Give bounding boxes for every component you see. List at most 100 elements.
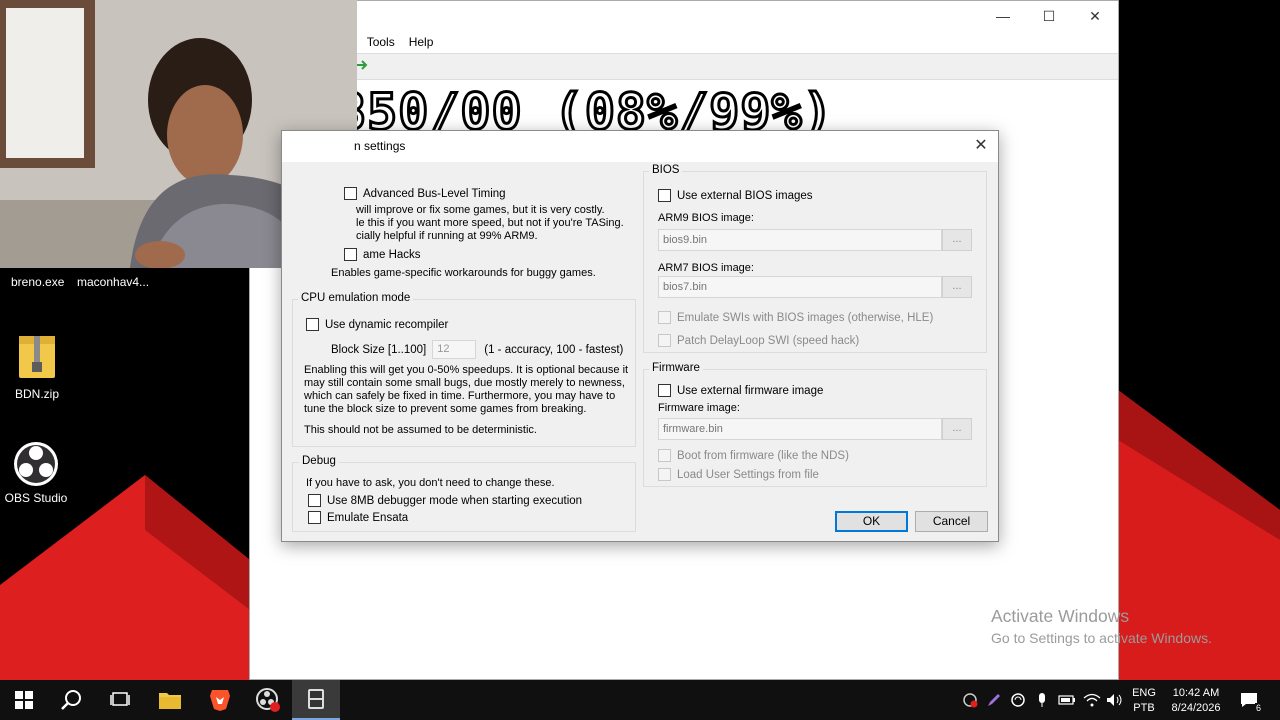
patch-delayloop-checkbox[interactable]	[658, 334, 671, 347]
task-view-button[interactable]	[96, 680, 144, 720]
frame-counter-display: 850/00 (08%/99%)	[336, 83, 834, 133]
toolbar	[250, 53, 1118, 80]
battery-icon	[1058, 695, 1075, 705]
patch-delayloop-option[interactable]: Patch DelayLoop SWI (speed hack)	[658, 334, 859, 347]
firmware-group-title: Firmware	[649, 362, 703, 374]
desktop-icon-obs[interactable]: OBS Studio	[0, 440, 76, 505]
minimize-button[interactable]: —	[980, 1, 1026, 31]
bios-group-box: BIOS Use external BIOS images ARM9 BIOS …	[643, 164, 987, 353]
taskbar-brave[interactable]	[196, 680, 244, 720]
obs-tray-icon	[963, 693, 978, 708]
emulation-settings-dialog: n settings ✕ Advanced Bus-Level Timing w…	[281, 130, 999, 542]
arm7-bios-label: ARM7 BIOS image:	[658, 262, 754, 274]
tray-wifi-icon[interactable]	[1081, 680, 1103, 720]
debugger-mode-option[interactable]: Use 8MB debugger mode when starting exec…	[308, 494, 582, 507]
game-hacks-desc: Enables game-specific workarounds for bu…	[331, 267, 596, 279]
debug-group-title: Debug	[299, 455, 339, 467]
arm7-browse-button[interactable]: ...	[942, 276, 972, 298]
debugger-mode-label: Use 8MB debugger mode when starting exec…	[327, 494, 583, 507]
debug-group: Debug If you have to ask, you don't need…	[292, 455, 636, 532]
dialog-title: n settings	[354, 139, 406, 153]
external-firmware-option[interactable]: Use external firmware image	[658, 384, 823, 397]
cpu-group-title: CPU emulation mode	[298, 292, 414, 304]
load-user-settings-checkbox[interactable]	[658, 468, 671, 481]
boot-firmware-checkbox[interactable]	[658, 449, 671, 462]
zip-folder-icon	[19, 336, 55, 378]
external-bios-checkbox[interactable]	[658, 189, 671, 202]
wifi-icon	[1083, 693, 1101, 707]
block-size-input[interactable]: 12	[432, 340, 477, 359]
external-bios-option[interactable]: Use external BIOS images	[658, 189, 813, 202]
arm9-browse-button[interactable]: ...	[942, 229, 972, 251]
emulate-ensata-label: Emulate Ensata	[327, 511, 409, 524]
menu-item-tools[interactable]: Tools	[367, 35, 395, 49]
tray-mic-icon[interactable]	[1032, 680, 1052, 720]
external-bios-label: Use external BIOS images	[677, 189, 813, 202]
advanced-timing-option[interactable]: Advanced Bus-Level Timing	[344, 187, 506, 200]
block-size-hint: (1 - accuracy, 100 - fastest)	[484, 343, 624, 356]
desktop-label-breno[interactable]: breno.exe	[11, 275, 64, 289]
desktop-label-maconha[interactable]: maconhav4...	[77, 275, 149, 289]
patch-delayloop-label: Patch DelayLoop SWI (speed hack)	[677, 334, 860, 347]
emulate-ensata-option[interactable]: Emulate Ensata	[308, 511, 408, 524]
emulate-ensata-checkbox[interactable]	[308, 511, 321, 524]
advanced-timing-checkbox[interactable]	[344, 187, 357, 200]
watermark-subtitle: Go to Settings to activate Windows.	[991, 630, 1212, 646]
boot-firmware-label: Boot from firmware (like the NDS)	[677, 449, 849, 462]
folder-icon	[159, 693, 181, 709]
menu-bar: g Tools Help	[250, 31, 1118, 53]
dynamic-recompiler-option[interactable]: Use dynamic recompiler	[306, 318, 448, 331]
notification-center-button[interactable]: 6	[1234, 680, 1264, 720]
arm9-bios-input[interactable]: bios9.bin	[658, 229, 942, 251]
dialog-titlebar: n settings ✕	[282, 131, 998, 162]
obs-recording-icon	[256, 688, 280, 712]
taskbar-desmume[interactable]	[292, 680, 340, 720]
taskbar-obs[interactable]	[244, 680, 292, 720]
language-indicator[interactable]: ENG PTB	[1128, 680, 1160, 720]
pen-icon	[988, 694, 1000, 706]
game-hacks-option[interactable]: ame Hacks	[344, 248, 421, 261]
boot-firmware-option[interactable]: Boot from firmware (like the NDS)	[658, 449, 849, 462]
desktop-icon-bdn-zip[interactable]: BDN.zip	[0, 332, 77, 401]
ok-button[interactable]: OK	[835, 511, 908, 532]
tray-obs-icon[interactable]	[960, 680, 980, 720]
debugger-mode-checkbox[interactable]	[308, 494, 321, 507]
tray-pen-icon[interactable]	[984, 680, 1004, 720]
tray-cloud-icon[interactable]	[1008, 680, 1028, 720]
volume-icon	[1107, 694, 1122, 706]
emulate-swi-checkbox[interactable]	[658, 311, 671, 324]
maximize-button[interactable]: ☐	[1026, 1, 1072, 31]
keyboard-layout: PTB	[1133, 701, 1155, 714]
toolbar-arrow-icon[interactable]	[355, 58, 369, 72]
tray-volume-icon[interactable]	[1104, 680, 1126, 720]
search-button[interactable]	[48, 680, 96, 720]
desmume-icon	[308, 689, 324, 709]
arm7-bios-input[interactable]: bios7.bin	[658, 276, 942, 298]
external-firmware-checkbox[interactable]	[658, 384, 671, 397]
cancel-button[interactable]: Cancel	[915, 511, 988, 532]
dynamic-recompiler-checkbox[interactable]	[306, 318, 319, 331]
firmware-image-input[interactable]: firmware.bin	[658, 418, 942, 440]
dialog-close-button[interactable]: ✕	[970, 135, 992, 157]
cpu-desc-3: which can safely be fixed in time. Furth…	[304, 390, 616, 402]
cloud-icon	[1011, 693, 1025, 707]
close-button[interactable]: ✕	[1072, 1, 1118, 31]
menu-item-help[interactable]: Help	[409, 35, 434, 49]
activate-windows-watermark: Activate Windows Go to Settings to activ…	[991, 606, 1212, 646]
tray-battery-icon[interactable]	[1056, 680, 1078, 720]
brave-lion-icon	[210, 690, 230, 711]
firmware-browse-button[interactable]: ...	[942, 418, 972, 440]
start-button[interactable]	[0, 680, 48, 720]
task-view-icon	[110, 692, 130, 706]
microphone-icon	[1039, 693, 1045, 707]
external-firmware-label: Use external firmware image	[677, 384, 824, 397]
load-user-settings-label: Load User Settings from file	[677, 468, 819, 481]
emulate-swi-option[interactable]: Emulate SWIs with BIOS images (otherwise…	[658, 311, 933, 324]
window-controls: — ☐ ✕	[980, 1, 1118, 31]
taskbar-file-explorer[interactable]	[146, 680, 194, 720]
watermark-title: Activate Windows	[991, 606, 1130, 626]
windows-logo-icon	[15, 691, 33, 709]
clock[interactable]: 10:42 AM 8/24/2026	[1164, 680, 1228, 720]
load-user-settings-option[interactable]: Load User Settings from file	[658, 468, 819, 481]
game-hacks-checkbox[interactable]	[344, 248, 357, 261]
